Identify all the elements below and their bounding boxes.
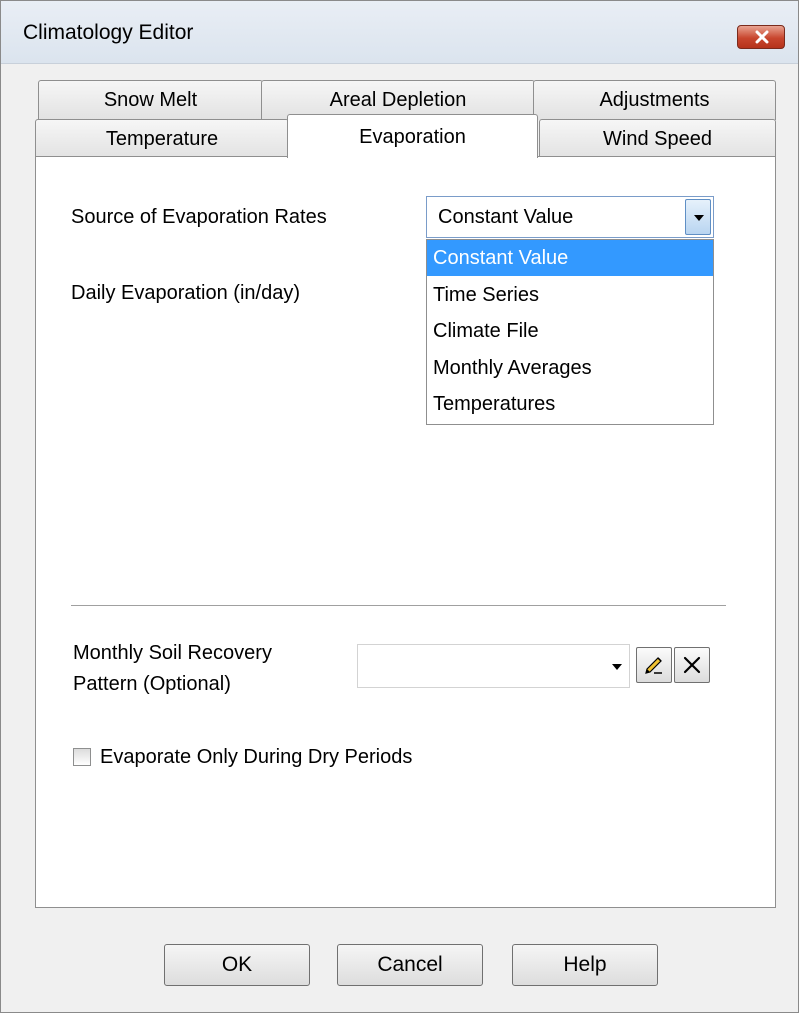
soil-recovery-label-line1: Monthly Soil Recovery	[73, 642, 272, 664]
dropdown-option-constant-value[interactable]: Constant Value	[427, 240, 713, 276]
soil-recovery-pattern-select[interactable]	[357, 644, 630, 688]
title-bar[interactable]: Climatology Editor	[1, 1, 798, 64]
chevron-down-icon	[694, 215, 704, 221]
tab-label: Evaporation	[359, 126, 466, 148]
daily-evaporation-label: Daily Evaporation (in/day)	[71, 282, 300, 304]
delete-x-icon	[683, 656, 701, 674]
dropdown-option-climate-file[interactable]: Climate File	[427, 313, 713, 349]
tab-label: Adjustments	[599, 89, 710, 111]
tab-label: Areal Depletion	[329, 89, 467, 111]
evaporation-source-dropdown-list: Constant Value Time Series Climate File …	[426, 239, 714, 425]
tab-snow-melt[interactable]: Snow Melt	[38, 80, 263, 120]
soil-recovery-label-line2: Pattern (Optional)	[73, 673, 231, 695]
close-button[interactable]	[737, 25, 785, 49]
section-divider	[71, 605, 726, 606]
cancel-button[interactable]: Cancel	[337, 944, 483, 986]
pencil-edit-icon	[645, 657, 662, 674]
tab-evaporation[interactable]: Evaporation	[287, 114, 538, 158]
dropdown-option-monthly-averages[interactable]: Monthly Averages	[427, 350, 713, 386]
tab-temperature[interactable]: Temperature	[35, 119, 289, 159]
tab-label: Snow Melt	[103, 89, 198, 111]
close-icon	[755, 30, 769, 44]
window-title: Climatology Editor	[23, 21, 194, 44]
evaporate-dry-periods-checkbox[interactable]	[73, 748, 91, 766]
dropdown-option-time-series[interactable]: Time Series	[427, 277, 713, 313]
evaporate-dry-periods-label[interactable]: Evaporate Only During Dry Periods	[100, 746, 412, 769]
tab-adjustments[interactable]: Adjustments	[533, 80, 776, 120]
dropdown-option-temperatures[interactable]: Temperatures	[427, 386, 713, 422]
ok-button[interactable]: OK	[164, 944, 310, 986]
help-button[interactable]: Help	[512, 944, 658, 986]
selected-value: Constant Value	[438, 206, 574, 228]
dropdown-button[interactable]	[685, 199, 711, 235]
tab-label: Wind Speed	[603, 128, 712, 150]
tab-label: Temperature	[105, 128, 219, 150]
chevron-down-icon	[612, 664, 622, 670]
source-of-evaporation-label: Source of Evaporation Rates	[71, 206, 327, 228]
evaporation-source-select[interactable]: Constant Value	[426, 196, 714, 238]
edit-pattern-button[interactable]	[636, 647, 672, 683]
tab-wind-speed[interactable]: Wind Speed	[539, 119, 776, 159]
climatology-editor-window: Climatology Editor Snow Melt Areal Deple…	[0, 0, 799, 1013]
delete-pattern-button[interactable]	[674, 647, 710, 683]
